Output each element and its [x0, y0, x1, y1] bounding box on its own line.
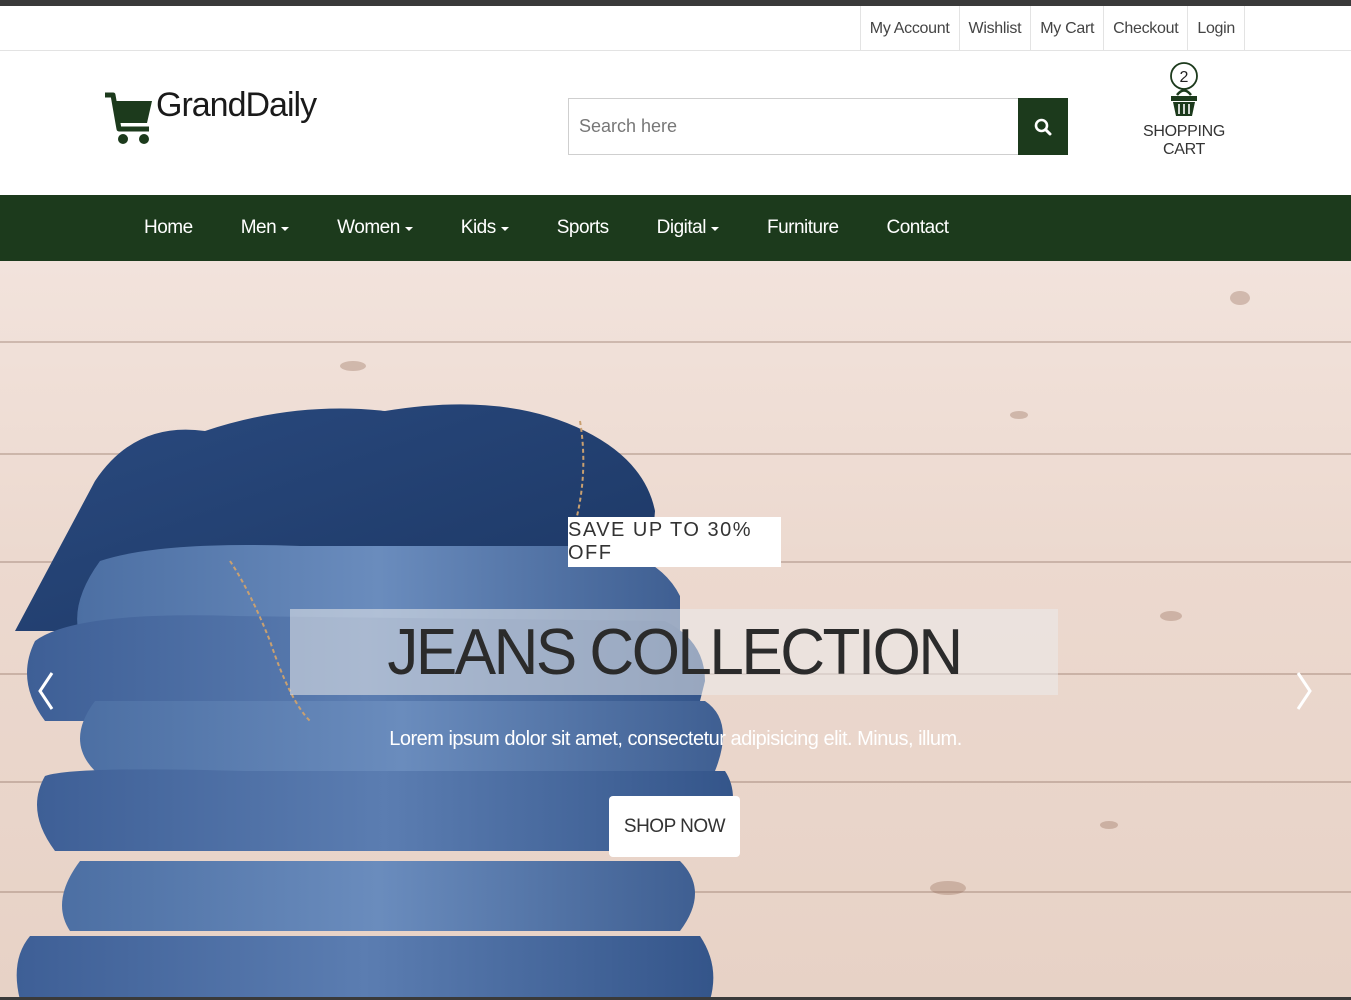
- cart-count: 2: [1180, 69, 1189, 86]
- search-input[interactable]: [568, 98, 1018, 155]
- top-links-bar: My Account Wishlist My Cart Checkout Log…: [0, 6, 1351, 51]
- caret-down-icon: [281, 227, 290, 231]
- my-account-link[interactable]: My Account: [859, 6, 959, 51]
- nav-label: Contact: [886, 217, 949, 238]
- logo[interactable]: GrandDaily: [104, 86, 317, 149]
- nav-item-women[interactable]: Women: [313, 195, 437, 261]
- nav-label: Men: [240, 217, 277, 238]
- wishlist-link[interactable]: Wishlist: [958, 6, 1031, 51]
- nav-label: Furniture: [766, 217, 839, 238]
- wood-knot: [1160, 611, 1182, 621]
- chevron-right-icon: [1296, 672, 1312, 710]
- shopping-cart-label: SHOPPING CART: [1142, 123, 1226, 158]
- checkout-link[interactable]: Checkout: [1103, 6, 1187, 51]
- slider-prev-button[interactable]: [26, 661, 66, 721]
- slider-next-button[interactable]: [1284, 661, 1324, 721]
- login-link[interactable]: Login: [1187, 6, 1245, 51]
- search-icon: [1034, 118, 1052, 135]
- logo-text: GrandDaily: [156, 86, 317, 124]
- nav-label: Women: [337, 217, 400, 238]
- nav-label: Sports: [556, 217, 609, 238]
- promo-tag: SAVE UP TO 30% OFF: [568, 517, 781, 567]
- nav-item-men[interactable]: Men: [217, 195, 313, 261]
- search-bar: [568, 98, 1068, 155]
- nav-item-home[interactable]: Home: [120, 195, 217, 261]
- wood-knot: [1100, 821, 1118, 829]
- cart-icon: [105, 92, 152, 144]
- hero-title: JEANS COLLECTION: [387, 615, 963, 689]
- nav-item-furniture[interactable]: Furniture: [743, 195, 863, 261]
- nav-label: Digital: [656, 217, 707, 238]
- basket-icon: 2: [1170, 62, 1198, 116]
- wood-knot: [930, 881, 966, 895]
- caret-down-icon: [500, 227, 509, 231]
- nav-item-contact[interactable]: Contact: [863, 195, 973, 261]
- nav-label: Kids: [460, 217, 496, 238]
- nav-item-digital[interactable]: Digital: [633, 195, 743, 261]
- caret-down-icon: [710, 227, 719, 231]
- hero-slider: SAVE UP TO 30% OFF JEANS COLLECTION Lore…: [0, 261, 1351, 1000]
- header: GrandDaily 2 SHOPPING CART: [0, 51, 1351, 195]
- chevron-left-icon: [38, 672, 54, 710]
- shopping-cart[interactable]: 2 SHOPPING CART: [1124, 61, 1244, 159]
- nav-label: Home: [144, 217, 193, 238]
- my-cart-link[interactable]: My Cart: [1030, 6, 1103, 51]
- main-nav: Home Men Women Kids Sports Digital Furni…: [0, 195, 1351, 261]
- nav-item-kids[interactable]: Kids: [437, 195, 533, 261]
- search-button[interactable]: [1018, 98, 1068, 155]
- wood-knot: [1230, 291, 1250, 305]
- hero-subtitle: Lorem ipsum dolor sit amet, consectetur …: [389, 728, 962, 750]
- caret-down-icon: [404, 227, 413, 231]
- nav-item-sports[interactable]: Sports: [533, 195, 633, 261]
- shop-now-button[interactable]: SHOP NOW: [609, 796, 740, 857]
- wood-knot: [1010, 411, 1028, 419]
